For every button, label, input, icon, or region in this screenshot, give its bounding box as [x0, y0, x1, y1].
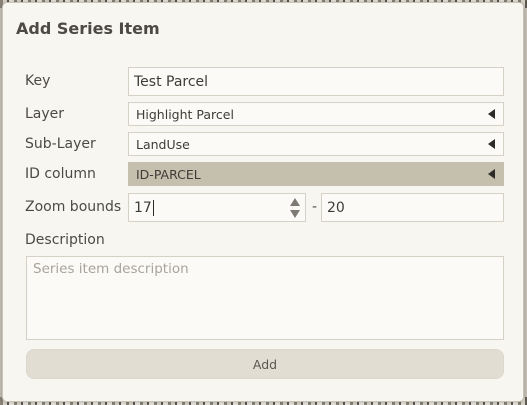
zoom-max-value: 20	[327, 199, 345, 216]
zoom-min-input[interactable]: 17	[128, 193, 306, 222]
description-placeholder: Series item description	[33, 261, 189, 277]
zoom-bounds-label: Zoom bounds	[25, 199, 122, 215]
caret-left-icon	[488, 139, 495, 149]
id-column-label: ID column	[25, 166, 96, 182]
sub-layer-select[interactable]: LandUse	[128, 132, 504, 156]
caret-left-icon	[488, 109, 495, 119]
key-input-value: Test Parcel	[134, 73, 209, 90]
add-series-item-dialog: Add Series Item Key Test Parcel Layer Hi…	[2, 2, 524, 402]
sub-layer-label: Sub-Layer	[25, 136, 96, 152]
zoom-max-input[interactable]: 20	[321, 193, 504, 222]
layer-select-value: Highlight Parcel	[136, 106, 234, 122]
zoom-min-value: 17	[134, 199, 152, 216]
layer-label: Layer	[25, 106, 65, 122]
add-button-label: Add	[252, 356, 278, 372]
caret-left-icon	[488, 169, 495, 179]
stepper-arrows-icon[interactable]	[290, 198, 301, 218]
description-textarea[interactable]: Series item description	[26, 256, 504, 340]
layer-select[interactable]: Highlight Parcel	[128, 102, 504, 126]
zoom-bounds-separator: -	[312, 199, 318, 215]
stepper-up-icon[interactable]	[290, 198, 300, 206]
key-label: Key	[25, 73, 51, 89]
dialog-title: Add Series Item	[16, 19, 160, 38]
id-column-select-value: ID-PARCEL	[136, 166, 201, 182]
description-label: Description	[25, 232, 105, 248]
key-input[interactable]: Test Parcel	[128, 67, 504, 96]
add-button[interactable]: Add	[26, 349, 504, 379]
stepper-down-icon[interactable]	[290, 210, 300, 218]
sub-layer-select-value: LandUse	[136, 136, 190, 152]
id-column-select[interactable]: ID-PARCEL	[128, 162, 504, 186]
text-cursor-icon	[152, 199, 154, 216]
